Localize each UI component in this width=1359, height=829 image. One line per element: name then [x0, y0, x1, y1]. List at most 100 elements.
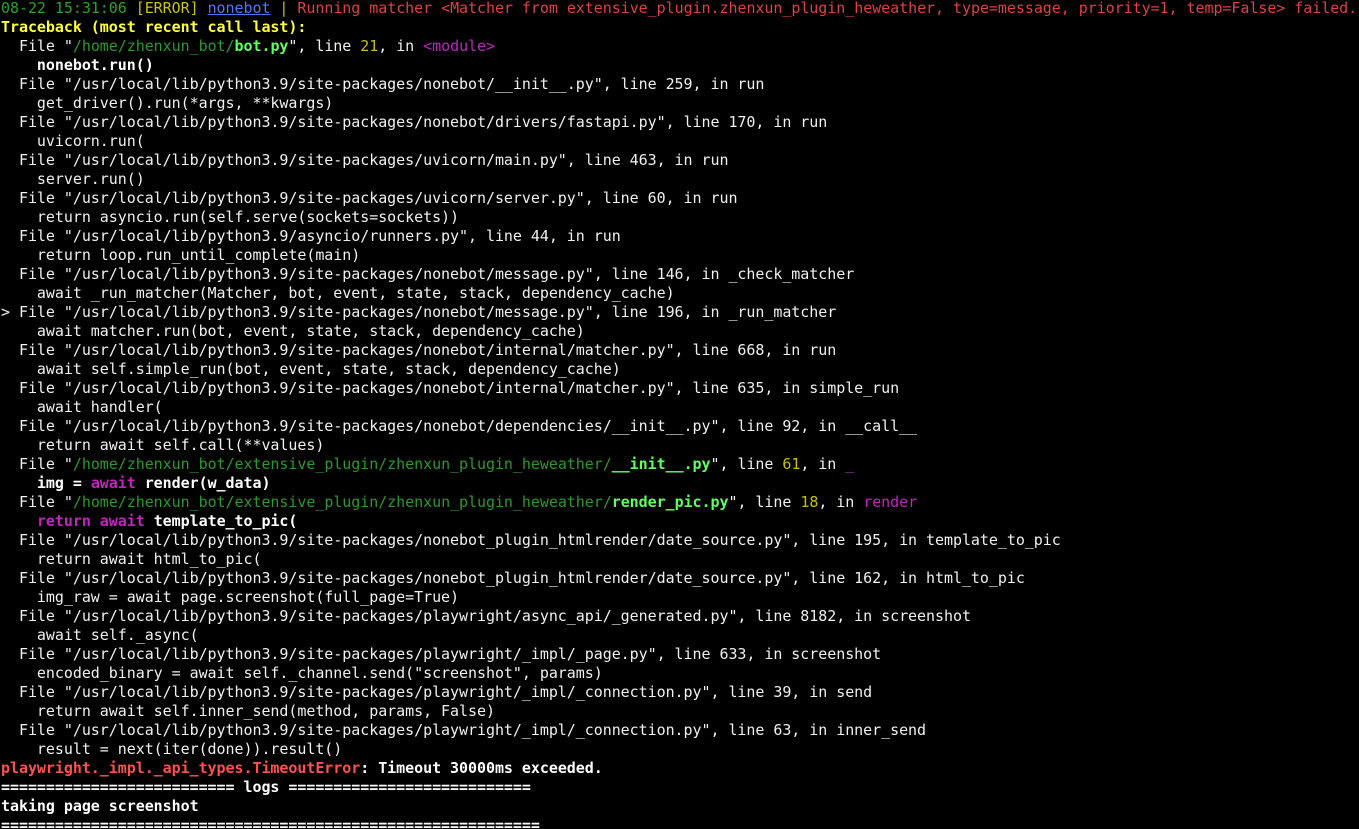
- traceback-file-line: File "/usr/local/lib/python3.9/site-pack…: [0, 113, 1359, 132]
- source-code: return loop.run_until_complete(main): [1, 246, 361, 264]
- line-number: 61: [782, 455, 801, 473]
- file-prefix: File ": [1, 455, 73, 473]
- traceback-file-line: File "/home/zhenxun_bot/bot.py", line 21…: [0, 37, 1359, 56]
- source-code: await self.simple_run(bot, event, state,…: [1, 360, 621, 378]
- traceback-code-line: return asyncio.run(self.serve(sockets=so…: [0, 208, 1359, 227]
- file-line-label: ", line: [710, 455, 783, 473]
- traceback-file-line: File "/usr/local/lib/python3.9/site-pack…: [0, 75, 1359, 94]
- logger-link[interactable]: nonebot: [208, 0, 271, 17]
- keyword: return await: [36, 512, 145, 530]
- source-code: img =: [1, 474, 91, 492]
- file-line-label: ", line: [728, 493, 801, 511]
- traceback-code-line: uvicorn.run(: [0, 132, 1359, 151]
- traceback-code-line: return await template_to_pic(: [0, 512, 1359, 531]
- traceback-code-line: await self.simple_run(bot, event, state,…: [0, 360, 1359, 379]
- file-reference: File "/usr/local/lib/python3.9/site-pack…: [1, 531, 1061, 549]
- traceback-file-line: > File "/usr/local/lib/python3.9/site-pa…: [0, 303, 1359, 322]
- traceback-code-line: return await self.call(**values): [0, 436, 1359, 455]
- traceback-code-line: encoded_binary = await self._channel.sen…: [0, 664, 1359, 683]
- traceback-file-line: File "/usr/local/lib/python3.9/site-pack…: [0, 569, 1359, 588]
- traceback-file-line: File "/usr/local/lib/python3.9/site-pack…: [0, 379, 1359, 398]
- traceback-code-line: await matcher.run(bot, event, state, sta…: [0, 322, 1359, 341]
- exception-message: Timeout 30000ms exceeded.: [378, 759, 603, 777]
- file-reference: File "/usr/local/lib/python3.9/site-pack…: [1, 721, 927, 739]
- end-separator: ========================================…: [1, 816, 540, 829]
- traceback-file-line: File "/usr/local/lib/python3.9/site-pack…: [0, 189, 1359, 208]
- source-code: uvicorn.run(: [1, 132, 145, 150]
- file-reference: File "/usr/local/lib/python3.9/site-pack…: [1, 379, 900, 397]
- file-reference: File "/usr/local/lib/python3.9/site-pack…: [1, 75, 765, 93]
- log-entry: taking page screenshot: [1, 797, 199, 815]
- file-reference: File "/usr/local/lib/python3.9/site-pack…: [1, 645, 882, 663]
- traceback-file-line: File "/usr/local/lib/python3.9/site-pack…: [0, 531, 1359, 550]
- traceback-file-line: File "/usr/local/lib/python3.9/site-pack…: [0, 417, 1359, 436]
- file-directory: /home/zhenxun_bot/extensive_plugin/zhenx…: [72, 493, 612, 511]
- traceback-file-line: File "/usr/local/lib/python3.9/site-pack…: [0, 721, 1359, 740]
- file-reference: > File "/usr/local/lib/python3.9/site-pa…: [1, 303, 837, 321]
- traceback-file-line: File "/usr/local/lib/python3.9/site-pack…: [0, 645, 1359, 664]
- source-code: return await self.inner_send(method, par…: [1, 702, 495, 720]
- file-name: bot.py: [234, 37, 289, 55]
- exception-line: playwright._impl._api_types.TimeoutError…: [0, 759, 1359, 778]
- line-number: 21: [360, 37, 379, 55]
- source-code: return asyncio.run(self.serve(sockets=so…: [1, 208, 460, 226]
- source-code: return await html_to_pic(: [1, 550, 262, 568]
- file-reference: File "/usr/local/lib/python3.9/site-pack…: [1, 113, 828, 131]
- traceback-code-line: get_driver().run(*args, **kwargs): [0, 94, 1359, 113]
- file-prefix: File ": [1, 37, 73, 55]
- file-reference: File "/usr/local/lib/python3.9/site-pack…: [1, 341, 837, 359]
- source-code: server.run(): [1, 170, 145, 188]
- source-code: render(w_data): [135, 474, 271, 492]
- source-code: encoded_binary = await self._channel.sen…: [1, 664, 603, 682]
- file-in-label: , in: [378, 37, 424, 55]
- log-level: [ERROR]: [135, 0, 199, 17]
- traceback-code-line: img_raw = await page.screenshot(full_pag…: [0, 588, 1359, 607]
- traceback-code-line: return await html_to_pic(: [0, 550, 1359, 569]
- source-code: [1, 512, 37, 530]
- traceback-file-line: File "/usr/local/lib/python3.9/site-pack…: [0, 151, 1359, 170]
- source-code: get_driver().run(*args, **kwargs): [1, 94, 334, 112]
- source-code: img_raw = await page.screenshot(full_pag…: [1, 588, 460, 606]
- traceback-file-line: File "/usr/local/lib/python3.9/site-pack…: [0, 683, 1359, 702]
- traceback-code-line: result = next(iter(done)).result(): [0, 740, 1359, 759]
- function-name: _: [845, 455, 855, 473]
- traceback-code-line: img = await render(w_data): [0, 474, 1359, 493]
- file-name: render_pic.py: [611, 493, 729, 511]
- traceback-code-line: await handler(: [0, 398, 1359, 417]
- function-name: render: [863, 493, 918, 511]
- file-name: __init__.py: [611, 455, 711, 473]
- source-code: await matcher.run(bot, event, state, sta…: [1, 322, 585, 340]
- traceback-file-line: File "/usr/local/lib/python3.9/asyncio/r…: [0, 227, 1359, 246]
- function-name: <module>: [423, 37, 495, 55]
- file-reference: File "/usr/local/lib/python3.9/site-pack…: [1, 151, 729, 169]
- traceback-code-line: return loop.run_until_complete(main): [0, 246, 1359, 265]
- traceback-code-line: return await self.inner_send(method, par…: [0, 702, 1359, 721]
- file-in-label: , in: [818, 493, 864, 511]
- logs-separator: ========================== logs ========…: [1, 778, 531, 796]
- file-reference: File "/usr/local/lib/python3.9/site-pack…: [1, 189, 738, 207]
- source-code: await _run_matcher(Matcher, bot, event, …: [1, 284, 675, 302]
- keyword: await: [90, 474, 136, 492]
- file-reference: File "/usr/local/lib/python3.9/site-pack…: [1, 683, 873, 701]
- exception-type: playwright._impl._api_types.TimeoutError: [1, 759, 361, 777]
- source-code: result = next(iter(done)).result(): [1, 740, 343, 758]
- log-separator: |: [270, 0, 298, 17]
- file-reference: File "/usr/local/lib/python3.9/asyncio/r…: [1, 227, 621, 245]
- source-code: return await self.call(**values): [1, 436, 325, 454]
- traceback-frames: File "/home/zhenxun_bot/bot.py", line 21…: [0, 37, 1359, 759]
- traceback-file-line: File "/usr/local/lib/python3.9/site-pack…: [0, 607, 1359, 626]
- traceback-code-line: await self._async(: [0, 626, 1359, 645]
- traceback-code-line: await _run_matcher(Matcher, bot, event, …: [0, 284, 1359, 303]
- file-line-label: ", line: [288, 37, 361, 55]
- file-reference: File "/usr/local/lib/python3.9/site-pack…: [1, 265, 855, 283]
- source-code: await self._async(: [1, 626, 199, 644]
- traceback-file-line: File "/usr/local/lib/python3.9/site-pack…: [0, 341, 1359, 360]
- file-reference: File "/usr/local/lib/python3.9/site-pack…: [1, 569, 1025, 587]
- traceback-file-line: File "/usr/local/lib/python3.9/site-pack…: [0, 265, 1359, 284]
- source-code: template_to_pic(: [144, 512, 298, 530]
- traceback-file-line: File "/home/zhenxun_bot/extensive_plugin…: [0, 455, 1359, 474]
- traceback-title: Traceback (most recent call last):: [1, 18, 307, 36]
- line-number: 18: [800, 493, 819, 511]
- file-directory: /home/zhenxun_bot/: [72, 37, 235, 55]
- terminal-window[interactable]: 08-22 15:31:06 [ERROR] nonebot | Running…: [0, 0, 1359, 829]
